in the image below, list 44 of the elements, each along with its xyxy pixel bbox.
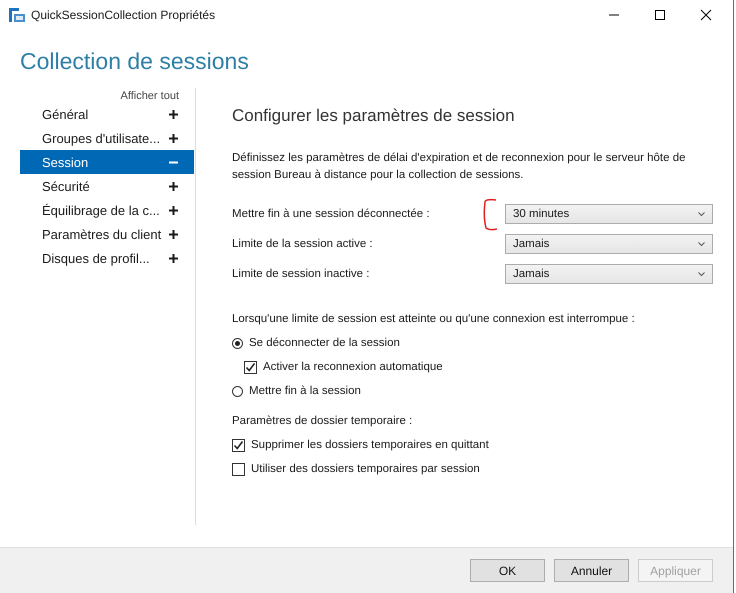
dropdown[interactable]: Jamais [505,234,713,254]
dialog-button[interactable]: Annuler [554,559,629,582]
page-heading: Collection de sessions [19,47,250,76]
show-all-link[interactable]: Afficher tout [20,90,195,102]
expand-icon [169,230,178,238]
window-title: QuickSessionCollection Propriétés [31,8,216,22]
expand-icon [169,206,178,214]
dialog-button[interactable]: OK [470,559,545,582]
radio-button[interactable] [232,338,243,348]
setting-label: Limite de session inactive : [232,268,370,280]
sidebar-item[interactable]: Groupes d'utilisate... [20,126,194,150]
expand-icon [169,182,178,190]
group-heading: Paramètres de dossier temporaire : [232,415,414,427]
maximize-icon[interactable] [654,9,666,21]
sidebar-item[interactable]: Session [20,150,194,174]
checkbox[interactable] [232,462,245,476]
sidebar-item[interactable]: Sécurité [20,174,194,198]
sidebar-item[interactable]: Équilibrage de la c... [20,198,194,222]
radio-button[interactable] [232,386,243,396]
option-label: Utiliser des dossiers temporaires par session [251,463,480,475]
close-icon[interactable] [700,9,712,21]
sidebar-item[interactable]: Disques de profil... [20,246,194,270]
sidebar-item[interactable]: Général [20,102,194,126]
chevron-icon [698,242,705,246]
dropdown[interactable]: Jamais [505,264,713,284]
section-title: Configurer les paramètres de session [232,106,516,126]
option-label: Activer la reconnexion automatique [263,361,443,373]
expand-icon [169,134,178,142]
option-label: Supprimer les dossiers temporaires en quittant [251,439,489,451]
chevron-icon [698,212,705,216]
dropdown[interactable]: 30 minutes [505,204,713,224]
setting-label: Mettre fin à une session déconnectée : [232,208,430,220]
description: Définissez les paramètres de délai d'expiration et de reconnexion pour le serveur hôte de session Bureau à distance pour la collection de sessions. [232,151,687,183]
expand-icon [169,254,178,262]
chevron-icon [698,272,705,276]
setting-label: Limite de la session active : [232,238,373,250]
option-label: Mettre fin à la session [249,385,361,397]
sidebar-item[interactable]: Paramètres du client [20,222,194,246]
checkbox[interactable] [244,360,257,374]
app-icon [9,8,25,22]
group-heading: Lorsqu'une limite de session est atteinte ou qu'une connexion est interrompue : [232,313,636,325]
option-label: Se déconnecter de la session [249,337,400,349]
checkbox[interactable] [232,438,245,452]
expand-icon [169,110,178,118]
